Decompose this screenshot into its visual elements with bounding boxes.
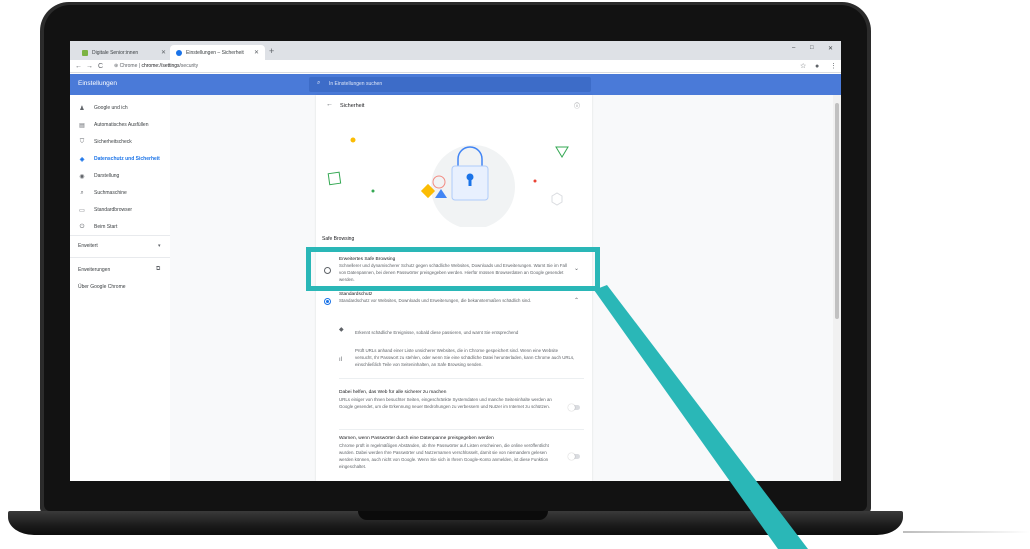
photo-stage: Digitale Senior:innen ✕ Einstellungen – … [0,0,1030,549]
callout-beam [594,285,808,549]
highlight-box-enhanced-option [306,247,600,291]
